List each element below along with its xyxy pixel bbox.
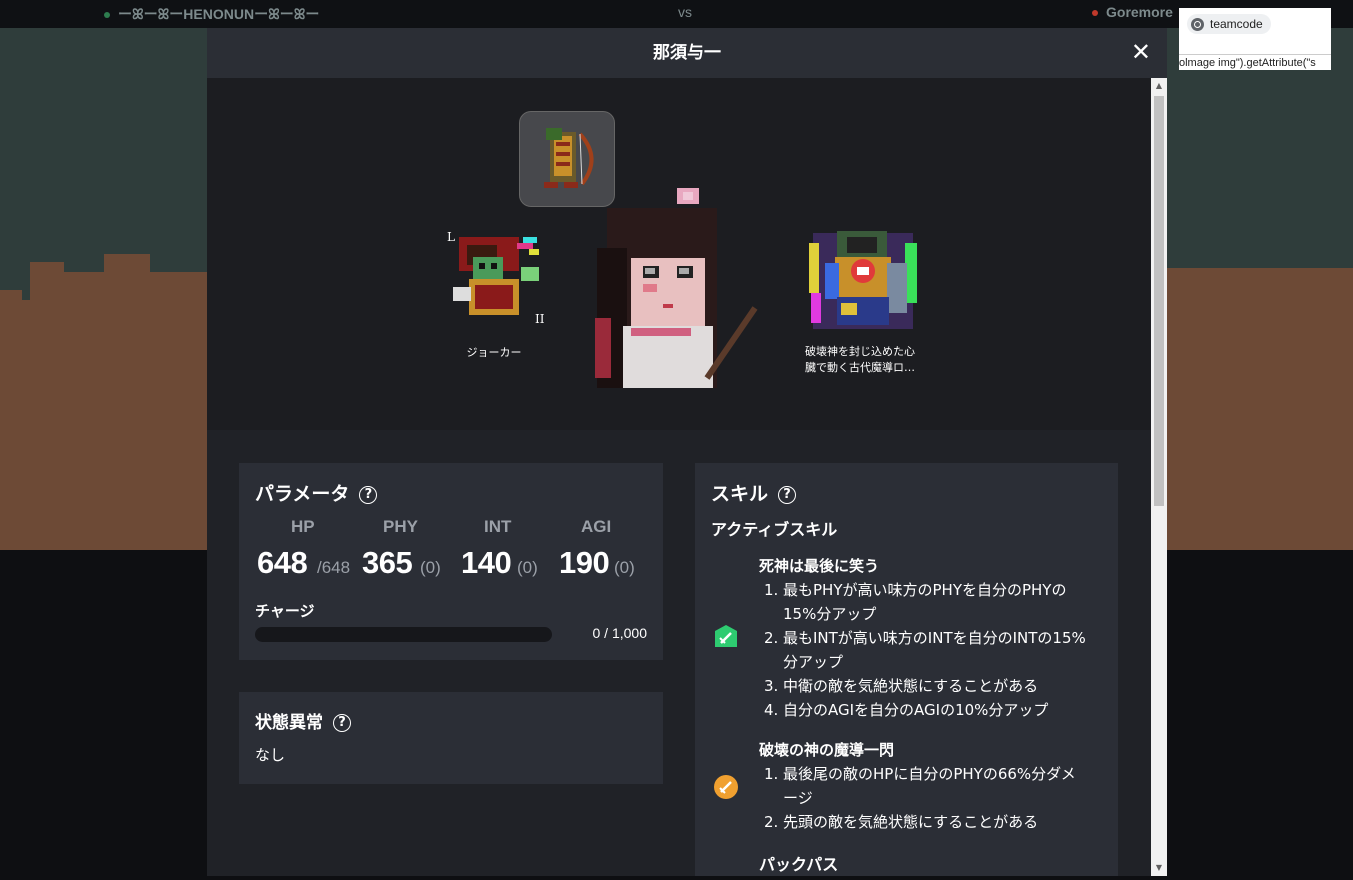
stat-value-phy: 365 xyxy=(362,545,413,580)
stat-sub-phy: (0) xyxy=(420,558,441,577)
stat-value-agi: 190 xyxy=(559,545,610,580)
stat-value-hp: 648 xyxy=(257,545,308,580)
passive-skill-heading: パックパス xyxy=(759,855,839,874)
status-panel: 状態異常? なし xyxy=(239,692,663,784)
golem-character[interactable] xyxy=(807,223,922,333)
skill2-effect-1-text: 最後尾の敵のHPに自分のPHYの66%分ダメ xyxy=(783,765,1076,783)
content-area: パラメータ? HP 648 /648 PHY 365 (0) INT 140 (… xyxy=(207,430,1151,876)
skill2-effects: 1. 最後尾の敵のHPに自分のPHYの66%分ダメ ージ 2. 先頭の敵を気絶状態にす… xyxy=(759,762,1109,834)
status-help-icon[interactable]: ? xyxy=(333,714,351,732)
modal-header: 那須与一 ✕ xyxy=(207,28,1167,78)
skill1-effect-4: 4. 自分のAGIを自分のAGIの10%分アップ xyxy=(764,701,1049,719)
charge-bar xyxy=(255,627,552,642)
team-right-dot xyxy=(1092,10,1098,17)
stat-label-agi: AGI xyxy=(581,517,612,536)
portrait-area: L II ジョーカー 破壊神を封じ込めた心臓で動く古代魔導ロ… xyxy=(207,78,1151,430)
character-modal: 那須与一 ✕ L II ジョーカー 破壊神を封じ込めた心臓で動く古代魔導ロ… パ… xyxy=(207,28,1167,876)
active-skill-heading: アクティブスキル xyxy=(711,520,838,539)
joker-character[interactable]: L II xyxy=(439,223,549,333)
skill1-name: 死神は最後に笑う xyxy=(759,557,880,575)
vs-label: vs xyxy=(678,4,692,20)
skills-title-text: スキル xyxy=(711,483,769,505)
team-left-dot xyxy=(104,12,110,19)
svg-text:II: II xyxy=(535,312,545,326)
joker-name: ジョーカー xyxy=(466,346,522,359)
stat-value-int: 140 xyxy=(461,545,512,580)
joker-sprite-icon: L II xyxy=(447,230,545,326)
background-step xyxy=(104,254,150,300)
orange-sword-circle-icon xyxy=(713,774,739,800)
background-step xyxy=(0,290,22,300)
svg-text:L: L xyxy=(447,230,455,244)
stat-sub-agi: (0) xyxy=(614,558,635,577)
modal-title: 那須与一 xyxy=(653,43,721,63)
skill1-effect-4-text: 自分のAGIを自分のAGIの10%分アップ xyxy=(783,701,1049,719)
skill1-effect-2-text: 最もINTが高い味方のINTを自分のINTの15% xyxy=(783,629,1086,647)
background-step xyxy=(150,272,207,300)
background-step xyxy=(64,272,104,300)
skill2-name: 破壊の神の魔導一閃 xyxy=(759,741,895,759)
close-button[interactable]: ✕ xyxy=(1131,38,1151,66)
green-sword-shield-icon xyxy=(713,623,739,649)
skills-panel: スキル? アクティブスキル 死神は最後に笑う 1. 最もPHYが高い味方のPHYを… xyxy=(695,463,1118,876)
team-left-label: ーꕤーꕤーHENONUNーꕤーꕤー xyxy=(118,6,320,22)
skill1-effect-1: 1. 最もPHYが高い味方のPHYを自分のPHYの 15%分アップ xyxy=(764,581,1067,623)
parameters-title: パラメータ? xyxy=(255,479,378,506)
stat-label-int: INT xyxy=(484,517,512,536)
skills-title: スキル? xyxy=(711,479,797,506)
scroll-up-arrow-icon[interactable]: ▲ xyxy=(1151,80,1167,92)
modal-scrollbar[interactable]: ▲ ▼ xyxy=(1151,78,1167,876)
status-value: なし xyxy=(255,746,286,764)
skill1-effect-2: 2. 最もINTが高い味方のINTを自分のINTの15% 分アップ xyxy=(764,629,1086,671)
skill2-effect-1-cont: ージ xyxy=(783,789,813,807)
charge-value: 0 / 1,000 xyxy=(592,625,648,641)
team-right-name: Goremore xyxy=(1092,4,1173,20)
code-snippet: olmage img").getAttribute("s xyxy=(1179,54,1331,69)
team-left-name: ーꕤーꕤーHENONUNーꕤーꕤー xyxy=(104,4,319,24)
golem-sprite-icon xyxy=(809,231,917,329)
skill1-effect-3: 3. 中衛の敵を気絶状態にすることがある xyxy=(764,677,1039,695)
status-title: 状態異常? xyxy=(255,708,351,733)
stat-sub-int: (0) xyxy=(517,558,538,577)
scroll-down-arrow-icon[interactable]: ▼ xyxy=(1151,862,1167,874)
parameters-panel: パラメータ? HP 648 /648 PHY 365 (0) INT 140 (… xyxy=(239,463,663,660)
skill1-effects: 1. 最もPHYが高い味方のPHYを自分のPHYの 15%分アップ 2. 最もINTが… xyxy=(759,578,1109,722)
skill2-effect-2-text: 先頭の敵を気絶状態にすることがある xyxy=(783,813,1039,831)
background-step xyxy=(1167,268,1353,300)
browser-popup: teamcode olmage img").getAttribute("s xyxy=(1179,8,1331,70)
main-character-portrait xyxy=(587,188,762,388)
skills-help-icon[interactable]: ? xyxy=(778,485,797,504)
team-right-label: Goremore xyxy=(1106,4,1173,20)
parameters-title-text: パラメータ xyxy=(255,483,350,505)
stat-label-hp: HP xyxy=(291,517,315,536)
girl-portrait-icon xyxy=(595,188,758,388)
parameters-help-icon[interactable]: ? xyxy=(359,485,378,504)
globe-icon xyxy=(1191,17,1204,31)
status-title-text: 状態異常 xyxy=(255,713,323,733)
skill2-effect-1: 1. 最後尾の敵のHPに自分のPHYの66%分ダメ ージ xyxy=(764,765,1076,807)
scroll-thumb[interactable] xyxy=(1154,96,1164,506)
skill1-effect-3-text: 中衛の敵を気絶状態にすることがある xyxy=(783,677,1039,695)
golem-name: 破壊神を封じ込めた心臓で動く古代魔導ロ… xyxy=(805,345,915,374)
skill2-effect-2: 2. 先頭の敵を気絶状態にすることがある xyxy=(764,813,1039,831)
site-chip[interactable]: teamcode xyxy=(1187,14,1271,34)
skill1-effect-1-cont: 15%分アップ xyxy=(783,605,877,623)
stat-sub-hp: /648 xyxy=(317,558,351,577)
stat-label-phy: PHY xyxy=(383,517,418,536)
charge-label: チャージ xyxy=(255,602,315,620)
skill1-effect-2-cont: 分アップ xyxy=(783,653,844,671)
skill1-effect-1-text: 最もPHYが高い味方のPHYを自分のPHYの xyxy=(783,581,1067,599)
site-name: teamcode xyxy=(1210,17,1263,31)
background-step xyxy=(30,262,64,300)
